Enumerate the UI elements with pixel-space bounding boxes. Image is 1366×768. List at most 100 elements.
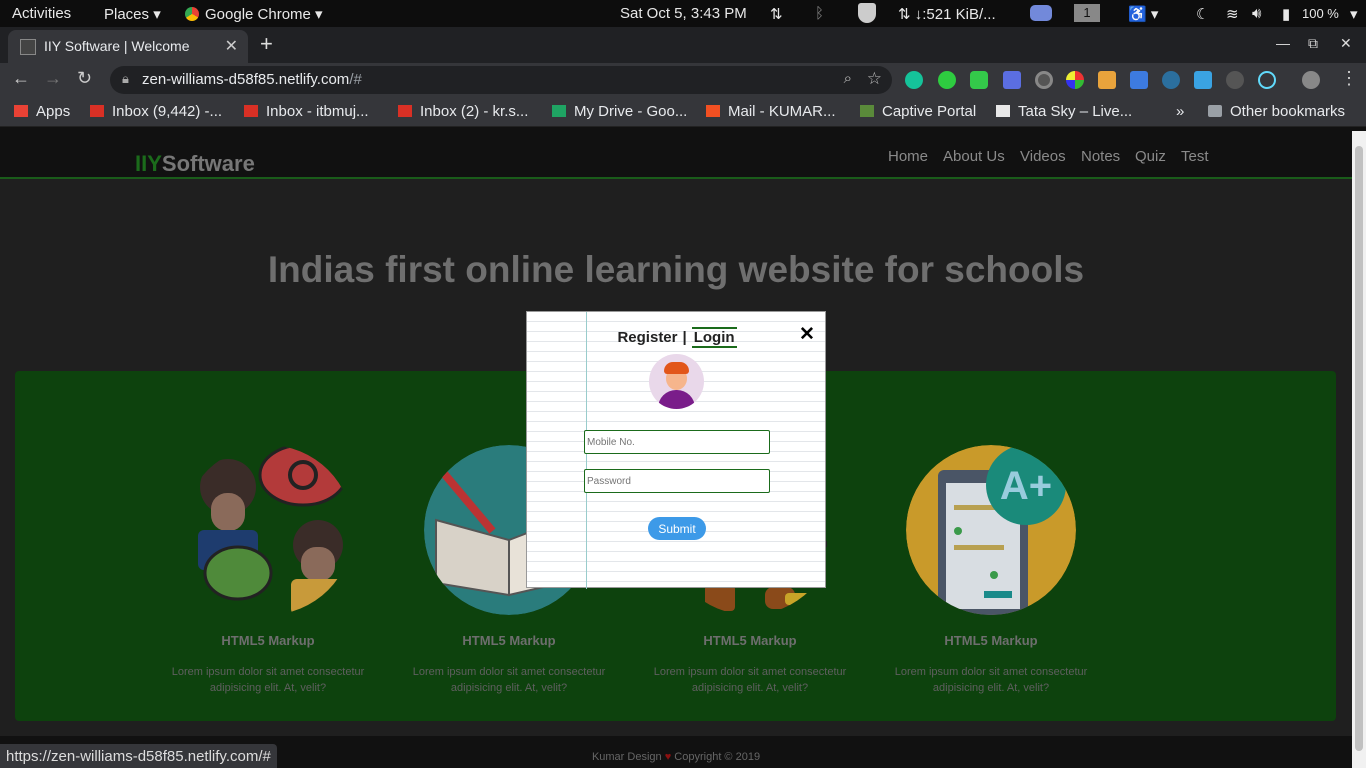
- gmail-icon: [244, 105, 258, 117]
- gmail-icon: [398, 105, 412, 117]
- bookmark-item[interactable]: My Drive - Goo...: [552, 103, 687, 120]
- minimize-icon[interactable]: —: [1276, 35, 1290, 51]
- network-speed[interactable]: ⇅ ↓:521 KiB/...: [898, 5, 996, 23]
- bookmark-label: My Drive - Goo...: [574, 103, 688, 120]
- nav-home[interactable]: Home: [888, 148, 928, 165]
- record-icon[interactable]: [1035, 71, 1053, 89]
- lock-icon[interactable]: 🔒︎: [122, 71, 129, 87]
- feature-text: Lorem ipsum dolor sit amet consectetur a…: [171, 666, 365, 694]
- page-scrollbar[interactable]: [1352, 131, 1366, 768]
- volume-icon[interactable]: 🔊︎: [1252, 5, 1261, 22]
- workspace-indicator[interactable]: 1: [1074, 4, 1100, 22]
- nav-videos[interactable]: Videos: [1020, 148, 1066, 165]
- nav-test[interactable]: Test: [1181, 148, 1209, 165]
- night-light-icon[interactable]: ☾: [1196, 5, 1209, 23]
- extension-icon[interactable]: [970, 71, 988, 89]
- system-menu-arrow[interactable]: ▾: [1350, 5, 1358, 23]
- quiz-people-illustration: [198, 445, 351, 615]
- discord-icon[interactable]: [1030, 5, 1052, 21]
- bookmark-item[interactable]: Mail - KUMAR...: [706, 103, 836, 120]
- bookmark-item[interactable]: Captive Portal: [860, 103, 976, 120]
- nav-about-us[interactable]: About Us: [943, 148, 1005, 165]
- nav-notes[interactable]: Notes: [1081, 148, 1120, 165]
- drive-icon: [552, 105, 566, 117]
- extension-icon[interactable]: [1162, 71, 1180, 89]
- bookmark-item[interactable]: Inbox (2) - kr.s...: [398, 103, 528, 120]
- feature-title: HTML5 Markup: [944, 633, 1038, 648]
- extension-icon[interactable]: [1226, 71, 1244, 89]
- grammarly-icon[interactable]: [905, 71, 923, 89]
- browser-toolbar: ← → ↻ 🔒︎ zen-williams-d58f85.netlify.com…: [0, 63, 1366, 97]
- new-tab-button[interactable]: +: [260, 31, 273, 57]
- close-icon[interactable]: ✕: [799, 323, 815, 346]
- bluetooth-icon[interactable]: ᛒ: [815, 5, 824, 22]
- avatar-hair: [664, 362, 689, 374]
- app-menu[interactable]: Google Chrome ▾: [185, 5, 323, 23]
- bookmark-label: Inbox (9,442) -...: [112, 103, 223, 120]
- bookmark-label: Apps: [36, 103, 71, 120]
- extension-icon[interactable]: [1003, 71, 1021, 89]
- places-menu[interactable]: Places ▾: [104, 5, 161, 23]
- restore-icon[interactable]: ⧉: [1308, 35, 1318, 52]
- tata-sky-icon: [996, 105, 1010, 117]
- site-logo[interactable]: IIYSoftware: [135, 151, 255, 177]
- extension-icon[interactable]: [1098, 71, 1116, 89]
- logo-text: Software: [161, 151, 255, 176]
- feature-text: Lorem ipsum dolor sit amet consectetur a…: [894, 666, 1088, 694]
- system-top-bar: Activities Places ▾ Google Chrome ▾ Sat …: [0, 0, 1366, 27]
- other-bookmarks-folder[interactable]: Other bookmarks: [1208, 103, 1345, 120]
- avatar-body: [658, 390, 695, 409]
- password-input[interactable]: [584, 469, 770, 493]
- bookmark-apps[interactable]: Apps: [14, 103, 70, 120]
- bookmark-label: Tata Sky – Live...: [1018, 103, 1133, 120]
- avatar: [649, 354, 704, 409]
- svg-text:A+: A+: [1000, 464, 1052, 508]
- zoom-icon[interactable]: ⌕: [844, 70, 852, 87]
- tab-close-icon[interactable]: ✕: [225, 36, 238, 56]
- extension-icon[interactable]: [938, 71, 956, 89]
- footer-author: Kumar Design: [591, 751, 662, 763]
- bookmark-item[interactable]: Tata Sky – Live...: [996, 103, 1132, 120]
- react-devtools-icon[interactable]: [1258, 71, 1276, 89]
- bookmark-star-icon[interactable]: ☆: [867, 69, 882, 89]
- activities-button[interactable]: Activities: [12, 5, 71, 22]
- modal-tabs: Register | Login: [527, 327, 827, 348]
- reload-icon[interactable]: ↻: [77, 68, 92, 89]
- bookmarks-bar: Apps Inbox (9,442) -... Inbox - itbmuj..…: [0, 97, 1366, 127]
- forward-icon[interactable]: →: [44, 68, 62, 89]
- feature-title: HTML5 Markup: [462, 633, 556, 648]
- submit-button[interactable]: Submit: [648, 517, 706, 540]
- profile-avatar[interactable]: [1302, 71, 1320, 89]
- mobile-number-input[interactable]: [584, 430, 770, 454]
- accessibility-icon[interactable]: ♿ ▾: [1128, 5, 1158, 23]
- battery-icon[interactable]: ▮: [1282, 5, 1290, 23]
- clock[interactable]: Sat Oct 5, 3:43 PM: [620, 5, 747, 22]
- transfer-icon[interactable]: ⇅: [770, 5, 783, 23]
- chrome-menu-icon[interactable]: ⋮: [1340, 68, 1358, 89]
- bookmark-item[interactable]: Inbox - itbmuj...: [244, 103, 369, 120]
- folder-icon: [1208, 105, 1222, 117]
- wifi-icon[interactable]: ≋: [1226, 5, 1239, 23]
- window-close-icon[interactable]: ✕: [1340, 35, 1352, 52]
- extension-icon[interactable]: [1130, 71, 1148, 89]
- portal-icon: [860, 105, 874, 117]
- back-icon[interactable]: ←: [12, 68, 30, 89]
- address-url: zen-williams-d58f85.netlify.com/#: [142, 71, 362, 88]
- network-speed-label: ↓:521 KiB/...: [914, 6, 996, 23]
- color-picker-icon[interactable]: [1066, 71, 1084, 89]
- tab-login[interactable]: Login: [691, 327, 737, 348]
- gmail-icon: [90, 105, 104, 117]
- bookmark-item[interactable]: Inbox (9,442) -...: [90, 103, 222, 120]
- shield-icon[interactable]: [858, 3, 876, 23]
- tab-register[interactable]: Register: [617, 329, 677, 346]
- bookmark-label: Inbox (2) - kr.s...: [420, 103, 529, 120]
- nav-quiz[interactable]: Quiz: [1135, 148, 1166, 165]
- scrollbar-thumb[interactable]: [1355, 146, 1363, 751]
- more-bookmarks-button[interactable]: »: [1176, 103, 1184, 120]
- address-bar[interactable]: 🔒︎ zen-williams-d58f85.netlify.com/# ⌕ ☆: [110, 66, 892, 94]
- extension-icon[interactable]: [1194, 71, 1212, 89]
- url-path: /#: [349, 71, 362, 88]
- bookmark-label: Captive Portal: [882, 103, 977, 120]
- battery-percent[interactable]: 100 %: [1302, 6, 1339, 21]
- tab-iiy-software[interactable]: IIY Software | Welcome ✕: [8, 30, 248, 63]
